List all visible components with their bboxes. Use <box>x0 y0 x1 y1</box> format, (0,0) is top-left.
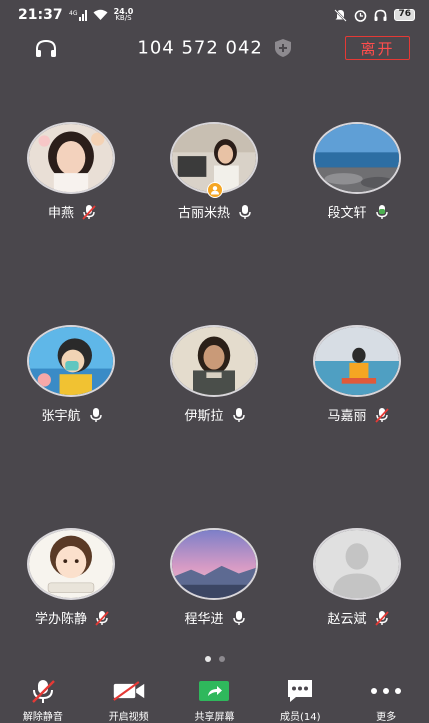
participant-name-row: 伊斯拉 <box>155 405 275 424</box>
status-right: 76 <box>334 8 415 22</box>
participant-name: 赵云斌 <box>327 612 367 627</box>
avatar <box>170 325 258 397</box>
bottom-toolbar: 解除静音 开启视频 共享屏幕 成员(14) 更多 <box>0 672 429 723</box>
participant-tile[interactable]: 马嘉丽 <box>298 325 418 435</box>
page-dot-2[interactable] <box>218 656 225 662</box>
avatar <box>27 325 115 397</box>
avatar <box>313 325 401 397</box>
status-time: 21:37 <box>18 7 63 23</box>
participant-tile[interactable]: 程华进 <box>155 528 275 638</box>
participant-tile[interactable]: 古丽米热 <box>155 122 275 232</box>
participant-name: 马嘉丽 <box>327 409 367 424</box>
members-button[interactable]: 成员(14) <box>257 672 343 723</box>
avatar-image <box>29 327 113 395</box>
silent-icon <box>334 8 348 22</box>
mic-speaking-icon <box>375 204 388 219</box>
participant-name: 学办陈静 <box>34 612 87 627</box>
host-user-icon <box>211 186 219 195</box>
mic-muted-icon <box>82 204 96 220</box>
participant-name-row: 马嘉丽 <box>298 405 418 424</box>
avatar-image <box>172 327 256 395</box>
host-badge <box>207 182 223 198</box>
headset-status-icon <box>374 9 387 22</box>
page-indicator <box>0 656 429 662</box>
share-screen-button[interactable]: 共享屏幕 <box>172 672 258 723</box>
mic-icon <box>89 407 102 422</box>
unmute-label: 解除静音 <box>22 712 63 723</box>
participant-tile[interactable]: 学办陈静 <box>12 528 132 638</box>
signal-icon: 4G <box>69 9 87 21</box>
participant-name-row: 程华进 <box>155 608 275 627</box>
wifi-icon <box>93 9 108 21</box>
avatar-image <box>172 530 256 598</box>
participant-tile[interactable]: 赵云斌 <box>298 528 418 638</box>
avatar-image <box>315 124 399 192</box>
mic-icon <box>232 407 245 422</box>
more-label: 更多 <box>376 712 397 723</box>
mic-muted-icon <box>374 610 389 626</box>
share-screen-icon <box>199 681 230 701</box>
participant-name-row: 学办陈静 <box>12 608 132 627</box>
shield-plus-icon <box>274 39 291 57</box>
avatar-image <box>315 327 399 395</box>
participant-tile[interactable]: 伊斯拉 <box>155 325 275 435</box>
participant-name-row: 张宇航 <box>12 405 132 424</box>
leave-button[interactable]: 离开 <box>345 36 410 60</box>
mic-off-icon <box>32 680 55 703</box>
meeting-header: 104 572 042 离开 <box>0 30 429 68</box>
mic-muted-icon <box>95 610 109 626</box>
avatar <box>170 528 258 600</box>
avatar-image <box>29 530 113 598</box>
avatar <box>313 122 401 194</box>
status-left: 21:37 4G 24.0 KB/S <box>18 7 133 23</box>
participant-name: 古丽米热 <box>177 206 230 221</box>
avatar <box>313 528 401 600</box>
avatar-image <box>29 124 113 192</box>
mic-icon <box>239 204 251 219</box>
avatar <box>27 528 115 600</box>
status-bar: 21:37 4G 24.0 KB/S 76 <box>0 0 429 30</box>
net-speed-unit: KB/S <box>115 14 132 22</box>
net-speed: 24.0 KB/S <box>114 8 134 22</box>
default-avatar-icon <box>315 530 399 598</box>
participant-name-row: 赵云斌 <box>298 608 418 627</box>
avatar <box>27 122 115 194</box>
svg-text:4G: 4G <box>69 10 78 17</box>
participant-tile[interactable]: 段文轩 <box>298 122 418 232</box>
video-off-icon <box>112 681 144 701</box>
participant-name: 伊斯拉 <box>184 409 224 424</box>
page-dot-1[interactable] <box>204 656 211 662</box>
participant-name-row: 申燕 <box>12 202 132 221</box>
participant-tile[interactable]: 申燕 <box>12 122 132 232</box>
battery-icon: 76 <box>394 9 415 21</box>
participant-tile[interactable]: 张宇航 <box>12 325 132 435</box>
meeting-id: 104 572 042 <box>137 37 263 59</box>
unmute-button[interactable]: 解除静音 <box>0 672 86 723</box>
participant-name: 段文轩 <box>327 206 367 221</box>
participant-name: 张宇航 <box>41 409 81 424</box>
mic-muted-icon <box>374 407 389 423</box>
members-icon <box>288 680 313 702</box>
participant-name: 申燕 <box>47 206 74 221</box>
start-video-button[interactable]: 开启视频 <box>86 672 172 723</box>
mic-icon <box>232 610 245 625</box>
more-icon <box>371 688 402 694</box>
participant-name-row: 段文轩 <box>298 202 418 221</box>
members-label: 成员(14) <box>280 712 321 723</box>
share-screen-label: 共享屏幕 <box>194 712 235 723</box>
more-button[interactable]: 更多 <box>343 672 429 723</box>
participant-name-row: 古丽米热 <box>155 202 275 221</box>
alarm-icon <box>354 9 367 22</box>
start-video-label: 开启视频 <box>108 712 149 723</box>
participant-name: 程华进 <box>184 612 224 627</box>
